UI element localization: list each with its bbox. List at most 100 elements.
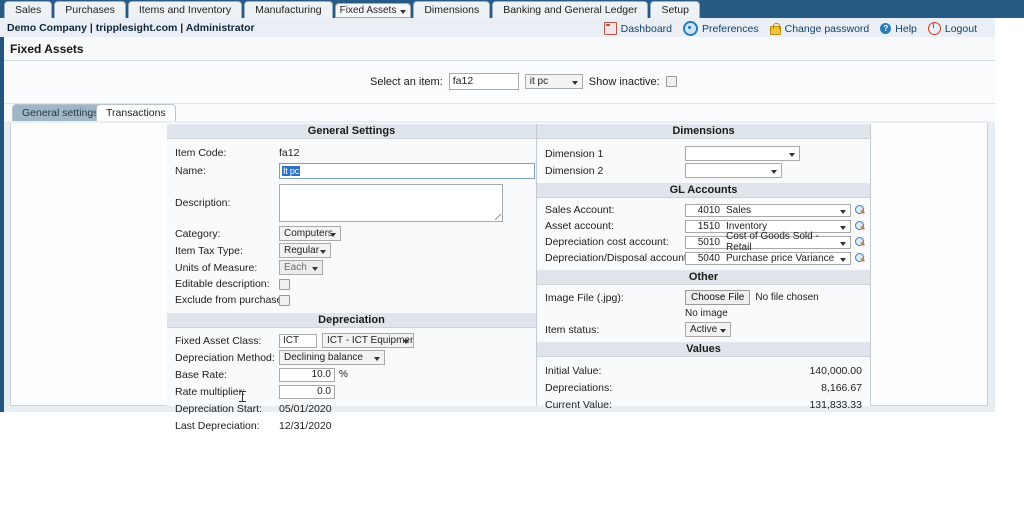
gl-accounts-heading: GL Accounts [537, 183, 870, 198]
tab-transactions[interactable]: Transactions [96, 104, 176, 122]
item-code-input[interactable]: fa12 [448, 73, 519, 90]
depreciation-method-dropdown[interactable]: Declining balance [279, 350, 385, 365]
current-value-amount: 131,833.33 [809, 398, 862, 411]
dimension-2-dropdown[interactable] [685, 163, 782, 178]
dimension-1-dropdown[interactable] [685, 146, 800, 161]
depreciations-amount: 8,166.67 [821, 381, 862, 394]
field-item-code: Item Code: fa12 [167, 145, 536, 161]
base-rate-unit: % [339, 369, 348, 380]
search-icon[interactable] [855, 204, 866, 216]
field-depreciation-start: Depreciation Start: 05/01/2020 [167, 400, 536, 417]
last-depreciation-value: 12/31/2020 [279, 419, 332, 432]
field-dimension-1: Dimension 1 [537, 145, 870, 162]
field-depreciation-cost-account: Depreciation cost account: 5010 Cost of … [537, 231, 870, 253]
base-rate-input[interactable]: 10.0 [279, 367, 335, 382]
depreciation-disposal-account-label: Depreciation/Disposal account: [545, 252, 690, 264]
select-item-label: Select an item: [370, 75, 443, 88]
asset-account-name: Inventory [726, 220, 768, 232]
search-icon[interactable] [855, 236, 866, 248]
content-sheet: Fixed Assets Select an item: fa12 it pc … [4, 37, 995, 432]
field-last-depreciation: Last Depreciation: 12/31/2020 [167, 417, 536, 434]
nav-tab-purchases[interactable]: Purchases [54, 1, 126, 18]
item-tax-type-dropdown[interactable]: Regular [279, 243, 331, 258]
search-icon[interactable] [855, 252, 866, 264]
no-file-chosen-text: No file chosen [755, 292, 819, 303]
field-fixed-asset-class: Fixed Asset Class: ICT ICT - ICT Equipme… [167, 332, 536, 349]
depreciation-cost-account-label: Depreciation cost account: [545, 236, 669, 248]
preferences-link-label: Preferences [702, 22, 759, 35]
help-link[interactable]: ? Help [880, 23, 917, 35]
depreciation-disposal-account-dropdown[interactable]: 5040 Purchase price Variance [685, 251, 851, 265]
nav-tab-manufacturing[interactable]: Manufacturing [244, 1, 333, 18]
logout-link[interactable]: Logout [927, 22, 977, 35]
change-password-link-label: Change password [784, 22, 870, 35]
field-dimension-2: Dimension 2 [537, 162, 870, 179]
nav-tab-label: Manufacturing [255, 4, 322, 16]
units-dropdown[interactable]: Each [279, 260, 323, 275]
exclude-purchases-checkbox[interactable] [279, 294, 290, 306]
field-description: Description: [167, 181, 536, 225]
item-code-value: fa12 [279, 147, 300, 159]
editable-description-checkbox[interactable] [279, 278, 290, 290]
user-bar: Demo Company | tripplesight.com | Admini… [0, 18, 995, 38]
category-label: Category: [175, 227, 221, 240]
nav-tab-label: Fixed Assets [339, 4, 397, 16]
fixed-asset-class-label: Fixed Asset Class: [175, 334, 262, 347]
nav-tab-label: Purchases [65, 4, 115, 16]
item-status-dropdown[interactable]: Active [685, 322, 731, 337]
nav-tab-dimensions[interactable]: Dimensions [413, 1, 491, 18]
sales-account-code: 4010 [697, 204, 720, 216]
depreciation-start-value: 05/01/2020 [279, 402, 332, 415]
dimension-1-label: Dimension 1 [545, 147, 604, 160]
preferences-link[interactable]: Preferences [683, 21, 759, 36]
help-icon: ? [880, 23, 892, 34]
tab-general-settings[interactable]: General settings [12, 104, 109, 122]
field-current-value: Current Value: 131,833.33 [537, 396, 870, 413]
depreciation-heading: Depreciation [167, 313, 536, 328]
tab-transactions-label: Transactions [106, 107, 166, 119]
depreciation-cost-account-dropdown[interactable]: 5010 Cost of Goods Sold - Retail [685, 231, 851, 253]
field-image-file: Image File (.jpg): Choose File No file c… [537, 289, 870, 306]
sales-account-dropdown[interactable]: 4010 Sales [685, 203, 851, 217]
nav-tab-setup[interactable]: Setup [650, 1, 700, 18]
rate-multiplier-input[interactable]: 0.0 [279, 384, 335, 399]
search-icon[interactable] [855, 220, 866, 232]
description-textarea[interactable] [279, 184, 503, 222]
nav-tab-sales[interactable]: Sales [4, 1, 53, 18]
show-inactive-label: Show inactive: [588, 75, 660, 88]
asset-account-label: Asset account: [545, 220, 614, 232]
dimension-2-label: Dimension 2 [545, 164, 604, 177]
rate-multiplier-label: Rate multiplier: [175, 385, 246, 398]
user-tool-links: Dashboard Preferences Change password ? … [603, 21, 977, 36]
field-base-rate: Base Rate: 10.0 % [167, 366, 536, 383]
dashboard-link-label: Dashboard [620, 22, 672, 35]
show-inactive-checkbox[interactable] [665, 76, 677, 87]
depreciation-cost-account-code: 5010 [697, 236, 720, 248]
fixed-asset-class-dropdown[interactable]: ICT - ICT Equipment [322, 333, 414, 348]
item-select-dropdown[interactable]: it pc [524, 74, 583, 89]
depreciations-label: Depreciations: [545, 381, 613, 394]
category-dropdown[interactable]: Computers [279, 226, 341, 241]
choose-file-button[interactable]: Choose File [685, 290, 751, 305]
name-input[interactable]: It pc [279, 163, 535, 179]
nav-tab-items-and-inventory[interactable]: Items and Inventory [127, 1, 243, 18]
description-label: Description: [175, 197, 231, 209]
field-item-tax-type: Item Tax Type: Regular [167, 242, 536, 259]
last-depreciation-label: Last Depreciation: [175, 419, 260, 432]
values-heading: Values [537, 342, 870, 357]
field-editable-description: Editable description: [167, 276, 536, 292]
page-title: Fixed Assets [10, 42, 84, 56]
dashboard-link[interactable]: Dashboard [603, 22, 672, 35]
page-title-bar: Fixed Assets [4, 37, 995, 61]
name-label: Name: [175, 165, 206, 177]
nav-tab-banking-and-general-ledger[interactable]: Banking and General Ledger [492, 1, 649, 18]
nav-tab-label: Sales [15, 4, 42, 16]
nav-tab-fixed-assets[interactable]: Fixed Assets [334, 3, 412, 18]
change-password-link[interactable]: Change password [769, 22, 870, 35]
current-value-label: Current Value: [545, 398, 612, 411]
nav-tab-label: Banking and General Ledger [503, 4, 638, 16]
item-code-label: Item Code: [175, 147, 227, 159]
fixed-asset-class-code-input[interactable]: ICT [279, 333, 317, 348]
base-rate-label: Base Rate: [175, 368, 227, 381]
other-heading: Other [537, 270, 870, 285]
